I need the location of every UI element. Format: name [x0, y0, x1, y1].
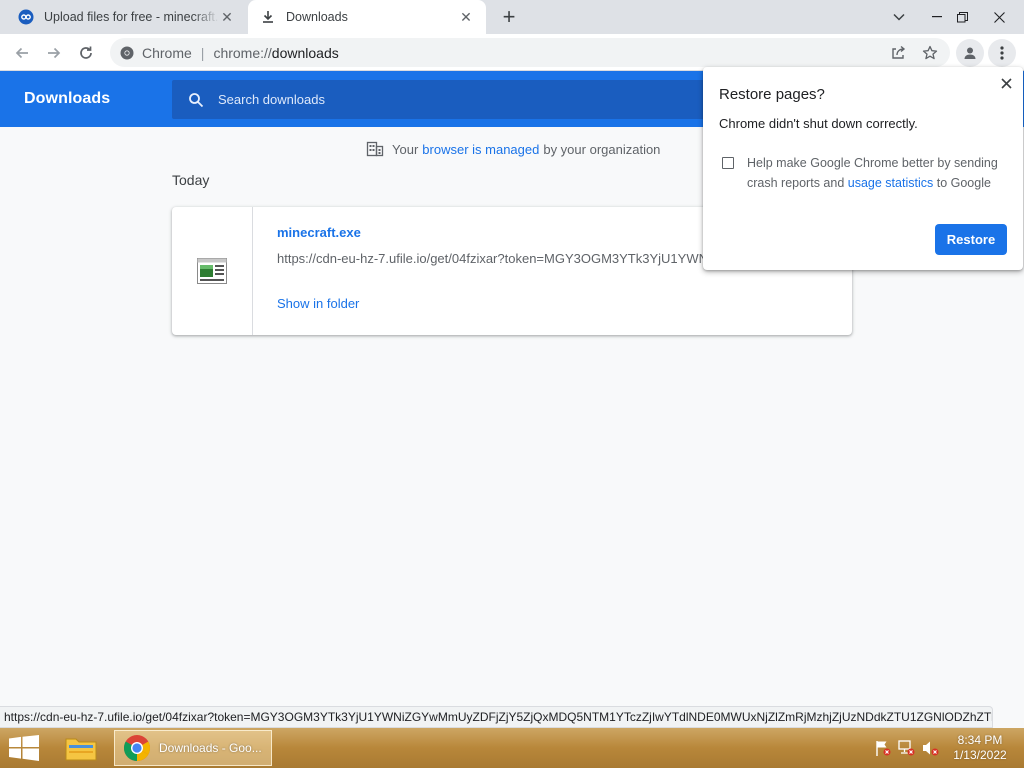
chrome-taskbar-button[interactable]: Downloads - Goo... [114, 730, 272, 766]
search-box[interactable] [172, 80, 732, 119]
search-input[interactable] [218, 92, 698, 107]
managed-notice: Your browser is managed by your organiza… [366, 140, 660, 158]
tab-ufile[interactable]: Upload files for free - minecraft.exe - … [0, 0, 248, 34]
dialog-message: Chrome didn't shut down correctly. [719, 116, 918, 131]
crash-report-checkbox[interactable] [722, 157, 734, 169]
building-icon [366, 141, 384, 157]
dialog-title: Restore pages? [719, 86, 825, 103]
search-icon [189, 92, 204, 107]
tab-title: Downloads [286, 10, 348, 24]
restore-pages-dialog: Restore pages? Chrome didn't shut down c… [703, 67, 1023, 270]
url-host: downloads [271, 44, 339, 61]
restore-window-button[interactable] [945, 0, 979, 34]
close-window-button[interactable] [982, 0, 1016, 34]
show-in-folder-link[interactable]: Show in folder [277, 296, 359, 311]
exe-file-icon [197, 258, 227, 284]
action-center-flag-icon[interactable] [874, 740, 892, 756]
taskbar: Downloads - Goo... 8:34 PM 1/13/2022 [0, 728, 1024, 768]
omnibox-separator: | [200, 44, 205, 61]
windows-start-icon[interactable] [8, 735, 40, 761]
close-icon[interactable]: ✕ [219, 9, 235, 25]
download-icon [260, 9, 276, 25]
bookmark-star-icon[interactable] [916, 39, 944, 67]
file-icon-area [172, 207, 253, 335]
clock-time: 8:34 PM [957, 733, 1003, 747]
tab-title: Upload files for free - minecraft.exe - … [44, 10, 219, 24]
url-scheme: chrome:// [213, 44, 272, 61]
clock-date: 1/13/2022 [953, 748, 1007, 762]
chrome-logo-icon [123, 735, 151, 762]
volume-muted-icon[interactable] [922, 740, 940, 756]
close-icon[interactable]: ✕ [458, 9, 474, 25]
chrome-site-icon [120, 46, 134, 59]
profile-avatar-icon[interactable] [956, 39, 984, 67]
ufile-favicon-icon [18, 9, 34, 25]
usage-statistics-link[interactable]: usage statistics [848, 176, 933, 190]
folder-icon [65, 738, 97, 761]
taskbar-window-label: Downloads - Goo... [159, 741, 262, 755]
crash-report-suffix: to Google [936, 176, 991, 190]
network-icon[interactable] [898, 740, 916, 756]
crash-report-label: Help make Google Chrome better by sendin… [747, 153, 1007, 193]
close-icon[interactable] [997, 74, 1015, 92]
managed-prefix: Your [392, 141, 419, 157]
address-bar[interactable]: Chrome | chrome://downloads [110, 38, 950, 67]
back-button[interactable] [8, 39, 36, 67]
managed-suffix: by your organization [543, 141, 661, 157]
forward-button[interactable] [40, 39, 68, 67]
status-bubble: https://cdn-eu-hz-7.ufile.io/get/04fzixa… [0, 706, 993, 728]
tab-strip: Upload files for free - minecraft.exe - … [0, 0, 1024, 34]
browser-toolbar: Chrome | chrome://downloads [0, 34, 1024, 71]
system-clock[interactable]: 8:34 PM 1/13/2022 [948, 733, 1012, 763]
site-chip: Chrome [142, 44, 192, 61]
new-tab-button[interactable]: + [497, 6, 521, 28]
tab-downloads[interactable]: Downloads ✕ [248, 0, 486, 34]
menu-kebab-icon[interactable] [988, 39, 1016, 67]
date-header: Today [172, 172, 210, 188]
file-url[interactable]: https://cdn-eu-hz-7.ufile.io/get/04fzixa… [277, 251, 707, 266]
managed-link[interactable]: browser is managed [422, 142, 539, 157]
file-explorer-taskbar-button[interactable] [60, 731, 102, 765]
tab-search-chevron-icon[interactable] [882, 0, 916, 34]
file-name-link[interactable]: minecraft.exe [277, 225, 361, 240]
restore-button[interactable]: Restore [935, 224, 1007, 255]
share-icon[interactable] [884, 39, 912, 67]
page-title: Downloads [24, 90, 111, 107]
reload-button[interactable] [72, 39, 100, 67]
